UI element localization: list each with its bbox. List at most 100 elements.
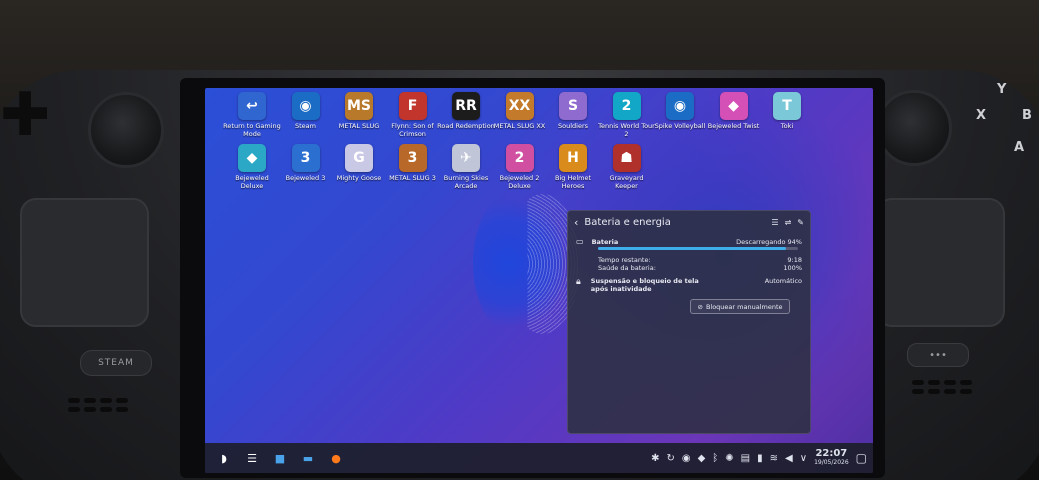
suspend-label: Suspensão e bloqueio de tela após inativ… [590,277,699,293]
plasma-icon[interactable]: ◗ [215,449,233,467]
lock-icon: 🔒︎ [576,277,581,287]
store-icon[interactable]: ■ [271,449,289,467]
time-remaining-label: Tempo restante: [598,256,651,264]
suspend-row: 🔒︎ Suspensão e bloqueio de tela após ina… [576,277,802,293]
show-desktop-icon[interactable]: ▢ [856,451,867,465]
desktop-icon-label: Bejeweled 2 Deluxe [499,174,540,190]
mighty-goose-icon: G [345,144,373,172]
desktop-icon-label: Graveyard Keeper [609,174,644,190]
desktop-icon[interactable]: 2 Bejeweled 2 Deluxe [491,144,549,190]
desktop-icon[interactable]: ↩ Return to Gaming Mode [223,92,281,138]
firefox-icon[interactable]: ● [327,449,345,467]
desktop-icon-label: Toki [780,122,794,130]
flynn-icon: F [398,92,427,120]
face-button-x[interactable]: X [976,108,986,123]
bluetooth-icon[interactable]: ᛒ [712,453,718,464]
desktop-icon-label: Mighty Goose [336,174,382,182]
time-remaining-row: Tempo restante: 9:18 [598,256,802,264]
desktop-icon[interactable]: 2 Tennis World Tour 2 [598,92,656,138]
desktop-icon-label: METAL SLUG XX [493,122,546,130]
desktop-icon[interactable]: ◉ Spike Volleyball [651,92,709,130]
spike-icon: ◉ [666,92,694,120]
battery-health-row: Saúde da bateria: 100% [598,264,802,272]
battery-row: ▭ Bateria Descarregando 94% [576,237,802,246]
desktop-icon-label: Bejeweled Twist [707,122,760,130]
left-thumbstick[interactable] [88,92,164,168]
desktop-icon[interactable]: ✈ Burning Skies Arcade [437,144,495,190]
desktop-icon-label: Tennis World Tour 2 [598,122,655,138]
volume-icon[interactable]: ◀ [785,453,793,464]
panel-header: ‹ Bateria e energia ☰ ⇌ ✎ [568,211,810,233]
back-arrow-icon[interactable]: ‹ [574,216,578,229]
desktop-icon[interactable]: S Souldiers [544,92,602,130]
metal-slug-icon: MS [345,92,373,120]
battery-level-fill [598,247,786,250]
settings-icon[interactable]: ⇌ [785,218,792,227]
metal-slug-3-icon: 3 [398,144,427,172]
road-redemption-icon: RR [452,92,480,120]
bejeweled-deluxe-icon: ◆ [238,144,266,172]
desktop-icon-label: Souldiers [557,122,589,130]
souldiers-icon: S [559,92,587,120]
desktop-icon[interactable]: 3 Bejeweled 3 [277,144,335,182]
desktop-icon[interactable]: G Mighty Goose [330,144,388,182]
sync-icon[interactable]: ↻ [666,453,674,464]
desktop-icon[interactable]: ☗ Graveyard Keeper [598,144,656,190]
desktop-icon[interactable]: ◆ Bejeweled Deluxe [223,144,281,190]
folder-icon[interactable]: ▬ [299,449,317,467]
configure-icon[interactable]: ☰ [771,218,778,227]
desktop-icon-label: Bejeweled Deluxe [235,174,269,190]
clock-date: 19/05/2026 [814,459,849,466]
settings-icon[interactable]: ☰ [243,449,261,467]
expand-tray-icon[interactable]: ∨ [800,453,807,464]
lock-manually-button[interactable]: ⊘ Bloquear manualmente [690,299,790,314]
right-thumbstick[interactable] [876,90,952,166]
taskbar-launchers: ◗ ☰ ■ ▬ ● [215,449,345,467]
face-button-a[interactable]: A [1014,140,1024,155]
desktop-icon-label: Bejeweled 3 [285,174,326,182]
quick-access-button[interactable]: ••• [907,343,969,367]
desktop-icon[interactable]: 3 METAL SLUG 3 [384,144,442,182]
desktop-icon-label: Return to Gaming Mode [223,122,281,138]
desktop-icon[interactable]: RR Road Redemption [437,92,495,130]
desktop-icon-label: Big Helmet Heroes [554,174,592,190]
battery-icon[interactable]: ▮ [757,453,763,464]
desktop-icon-label: Spike Volleyball [654,122,706,130]
steam-tray-icon[interactable]: ◉ [682,453,691,464]
battery-label: Bateria [591,237,619,246]
wifi-icon[interactable]: ≋ [770,453,778,464]
return-icon: ↩ [238,92,266,120]
clock[interactable]: 22:07 19/05/2026 [814,449,849,467]
desktop-icon[interactable]: MS METAL SLUG [330,92,388,130]
left-trackpad[interactable] [20,198,149,327]
brightness-icon[interactable]: ✺ [725,453,733,464]
desktop-icon[interactable]: ◉ Steam [277,92,335,130]
battery-status: Descarregando 94% [736,237,802,246]
desktop-icon-label: Road Redemption [437,122,495,130]
battery-level-bar [598,247,798,250]
burning-skies-icon: ✈ [452,144,480,172]
desktop-icon[interactable]: XX METAL SLUG XX [491,92,549,130]
suspend-value[interactable]: Automático [701,277,802,293]
discover-icon[interactable]: ◆ [698,453,706,464]
clipboard-icon[interactable]: ▤ [741,453,750,464]
steam-icon: ◉ [291,92,320,120]
steam-button[interactable]: STEAM [80,350,152,376]
face-button-b[interactable]: B [1022,108,1032,123]
desktop-screen: ↩ Return to Gaming Mode ◉ Steam MS METAL SLUG… [205,88,873,473]
system-tray: ✱ ↻ ◉ ◆ ᛒ ✺ ▤ ▮ ≋ ◀ ∨ 22:07 19/05/2026 ▢ [651,443,867,473]
bejeweled-twist-icon: ◆ [719,92,748,120]
battery-icon: ▭ [576,237,584,246]
desktop-icon[interactable]: ◆ Bejeweled Twist [705,92,763,130]
tennis-icon: 2 [612,92,641,120]
pin-icon[interactable]: ✎ [797,218,804,227]
dpad[interactable]: ✚ [0,80,50,150]
face-button-y[interactable]: Y [997,82,1006,97]
desktop-icon-label: Burning Skies Arcade [443,174,489,190]
network-icon[interactable]: ✱ [651,453,659,464]
desktop-icon[interactable]: H Big Helmet Heroes [544,144,602,190]
battery-energy-panel: ‹ Bateria e energia ☰ ⇌ ✎ ▭ Bateria Desc… [567,210,811,434]
right-trackpad[interactable] [876,198,1005,327]
desktop-icon[interactable]: T Toki [758,92,816,130]
desktop-icon[interactable]: F Flynn: Son of Crimson [384,92,442,138]
